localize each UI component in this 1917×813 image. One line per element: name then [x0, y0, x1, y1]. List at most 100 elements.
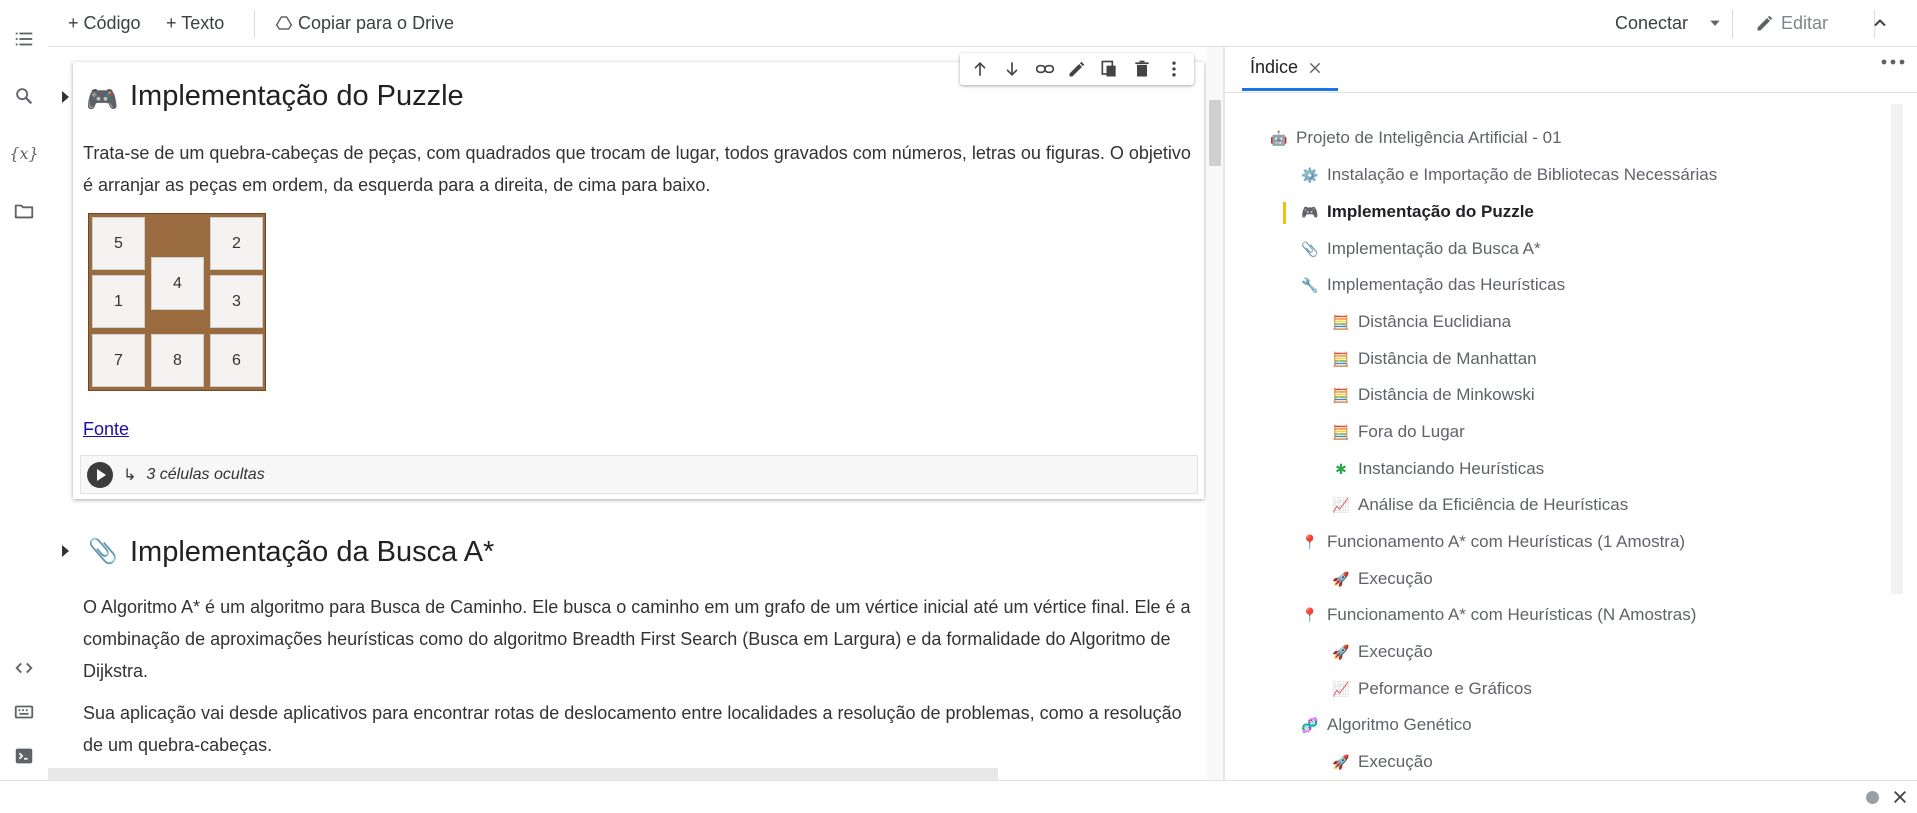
- paperclip-icon: 📎: [88, 538, 118, 565]
- notebook-scroll-thumb[interactable]: [1209, 100, 1221, 166]
- toc-item-label: Análise da Eficiência de Heurísticas: [1358, 495, 1629, 514]
- notebook-toolbar: + Código + Texto Copiar para o Drive Con…: [48, 0, 1917, 47]
- toc-item-label: Distância de Minkowski: [1358, 385, 1535, 404]
- toc-item-label: Execução: [1358, 752, 1433, 771]
- toc-item-label: Fora do Lugar: [1358, 422, 1465, 441]
- table-of-contents-icon[interactable]: [12, 27, 36, 51]
- section-title-astar: Implementação da Busca A*: [130, 536, 495, 568]
- robot-icon: 🤖: [1270, 129, 1288, 146]
- tab-indice[interactable]: Índice: [1250, 57, 1322, 78]
- toc-item-label: Instanciando Heurísticas: [1358, 459, 1545, 478]
- notebook-horizontal-scrollbar[interactable]: [48, 768, 998, 780]
- toc-item-label: Projeto de Inteligência Artificial - 01: [1296, 128, 1562, 147]
- toc-item[interactable]: 🧮 Distância de Manhattan: [1332, 349, 1537, 369]
- puzzle-tile: 6: [210, 334, 263, 387]
- toc-item[interactable]: 🧮 Distância Euclidiana: [1332, 312, 1511, 332]
- toc-item[interactable]: 📈 Peformance e Gráficos: [1332, 679, 1532, 699]
- connect-label: Conectar: [1615, 12, 1689, 33]
- close-icon[interactable]: [1308, 61, 1322, 75]
- puzzle-tile: 8: [151, 334, 204, 387]
- hidden-cells-label: 3 células ocultas: [146, 465, 265, 483]
- toc-item[interactable]: 🧬 Algoritmo Genético: [1301, 715, 1471, 735]
- puzzle-image: 5 2 4 1 3 7 8 6: [88, 213, 266, 391]
- panel-divider[interactable]: [1223, 47, 1225, 780]
- toc-item[interactable]: ⚙️ Instalação e Importação de Bibliotecas…: [1301, 165, 1717, 185]
- copy-to-drive-label: Copiar para o Drive: [298, 12, 455, 33]
- toc-item-label: Execução: [1358, 642, 1433, 661]
- add-text-label: + Texto: [166, 12, 225, 33]
- abacus-icon: 🧮: [1332, 350, 1350, 367]
- toc-tab-label: Índice: [1250, 57, 1299, 77]
- toc-item[interactable]: 🔧 Implementação das Heurísticas: [1301, 275, 1565, 295]
- pushpin-icon: 📍: [1301, 533, 1319, 550]
- code-snippets-icon[interactable]: [12, 656, 36, 680]
- toc-header-separator: [1225, 92, 1917, 93]
- status-bar: [0, 780, 1917, 813]
- toc-item[interactable]: 🤖 Projeto de Inteligência Artificial - 01: [1270, 128, 1562, 148]
- edit-cell-icon[interactable]: [1067, 59, 1087, 79]
- toolbar-divider: [254, 10, 255, 38]
- variables-icon[interactable]: {x}: [9, 141, 38, 165]
- command-palette-icon[interactable]: [12, 700, 36, 724]
- toc-scrollbar[interactable]: [1891, 104, 1903, 594]
- delete-icon[interactable]: [1132, 59, 1152, 79]
- toc-item-label: Distância de Manhattan: [1358, 349, 1537, 368]
- active-tab-indicator: [1242, 88, 1338, 91]
- rocket-icon: 🚀: [1332, 753, 1350, 770]
- edit-label: Editar: [1781, 12, 1829, 33]
- terminal-icon[interactable]: [12, 744, 36, 768]
- run-hidden-cells-button[interactable]: [87, 461, 113, 488]
- search-icon[interactable]: [12, 84, 36, 108]
- add-code-button[interactable]: + Código: [68, 0, 141, 46]
- toc-item[interactable]: 🚀 Execução: [1332, 569, 1432, 589]
- puzzle-tile: 5: [92, 217, 145, 270]
- folder-icon[interactable]: [12, 199, 36, 223]
- gear-icon: ⚙️: [1301, 166, 1319, 183]
- toc-item[interactable]: ✱ Instanciando Heurísticas: [1332, 459, 1544, 479]
- toc-item[interactable]: 🧮 Distância de Minkowski: [1332, 385, 1535, 405]
- section-collapse-caret[interactable]: [62, 91, 69, 103]
- dna-icon: 🧬: [1301, 716, 1319, 733]
- source-link[interactable]: Fonte: [83, 413, 129, 445]
- toc-item-active[interactable]: 🎮 Implementação do Puzzle: [1301, 202, 1534, 222]
- toc-item-label: Implementação da Busca A*: [1327, 239, 1541, 258]
- toc-item[interactable]: 🚀 Execução: [1332, 752, 1433, 772]
- toc-item-label: Implementação do Puzzle: [1327, 202, 1534, 221]
- puzzle-tile: 1: [92, 275, 145, 328]
- move-up-icon[interactable]: [970, 59, 990, 79]
- active-section-marker: [1283, 202, 1286, 224]
- toc-item-label: Funcionamento A* com Heurísticas (N Amos…: [1327, 605, 1697, 624]
- left-rail: {x}: [0, 0, 49, 780]
- mirror-cell-icon[interactable]: [1099, 59, 1119, 79]
- connect-button[interactable]: Conectar: [1615, 0, 1688, 46]
- connect-dropdown-icon[interactable]: [1708, 0, 1722, 46]
- toc-item-label: Funcionamento A* com Heurísticas (1 Amos…: [1327, 532, 1686, 551]
- toc-item[interactable]: 📍 Funcionamento A* com Heurísticas (1 Amo…: [1301, 532, 1685, 552]
- toc-item-label: Peformance e Gráficos: [1358, 679, 1532, 698]
- pencil-icon: [1755, 13, 1775, 33]
- rocket-icon: 🚀: [1332, 570, 1350, 587]
- hidden-cells-row[interactable]: ↳ 3 células ocultas: [80, 455, 1198, 494]
- puzzle-icon: ✱: [1335, 460, 1347, 477]
- section-collapse-caret-2[interactable]: [62, 545, 69, 557]
- panel-more-icon[interactable]: [1880, 55, 1906, 74]
- move-down-icon[interactable]: [1002, 59, 1022, 79]
- gamepad-icon: 🎮: [1301, 203, 1319, 220]
- copy-to-drive-button[interactable]: Copiar para o Drive: [276, 0, 454, 46]
- chart-icon: 📈: [1332, 496, 1350, 513]
- rocket-icon: 🚀: [1332, 643, 1350, 660]
- abacus-icon: 🧮: [1332, 386, 1350, 403]
- toc-item[interactable]: 🚀 Execução: [1332, 642, 1433, 662]
- toc-item[interactable]: 📍 Funcionamento A* com Heurísticas (N Amo…: [1301, 605, 1696, 625]
- cell-toolbar: [960, 53, 1194, 85]
- close-status-icon[interactable]: [1892, 789, 1908, 810]
- puzzle-description: Trata-se de um quebra-cabeças de peças, …: [83, 143, 1191, 195]
- toc-item[interactable]: 📈 Análise da Eficiência de Heurísticas: [1332, 495, 1628, 515]
- add-text-button[interactable]: + Texto: [166, 0, 224, 46]
- toc-item[interactable]: 🧮 Fora do Lugar: [1332, 422, 1465, 442]
- collapse-header-icon[interactable]: [1870, 0, 1890, 46]
- toc-item[interactable]: 📎 Implementação da Busca A*: [1301, 239, 1541, 259]
- edit-button[interactable]: Editar: [1755, 0, 1828, 46]
- more-options-icon[interactable]: [1164, 59, 1184, 79]
- link-icon[interactable]: [1035, 59, 1055, 79]
